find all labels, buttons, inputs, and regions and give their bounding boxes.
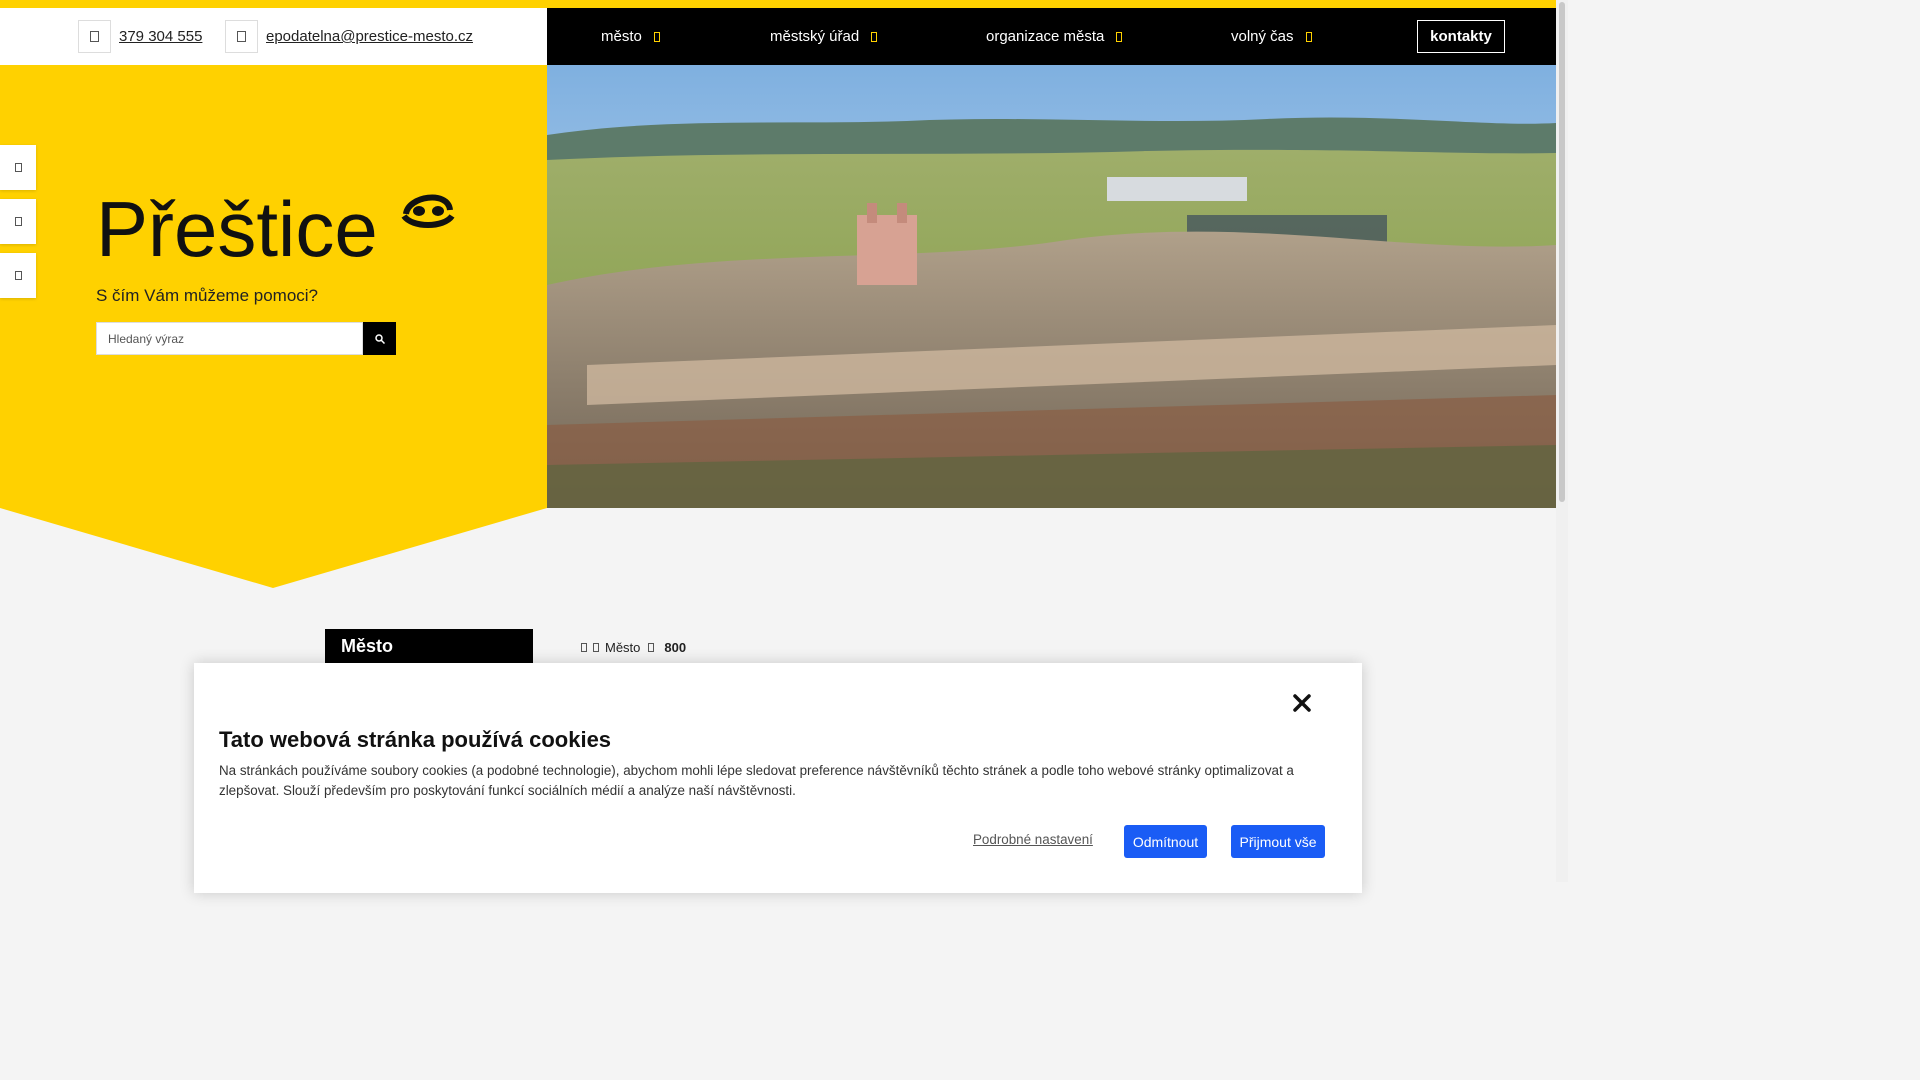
nav-item-label: městský úřad [770, 28, 860, 45]
chevron-down-icon [1116, 31, 1123, 42]
contact-bar: 379 304 555 epodatelna@prestice-mesto.cz [0, 8, 547, 65]
cookie-dialog: Tato webová stránka používá cookies Na s… [194, 663, 1362, 893]
breadcrumb: Město 800 [581, 640, 686, 655]
nav-item-mestsky-urad[interactable]: městský úřad [770, 8, 878, 65]
phone-contact[interactable]: 379 304 555 [78, 20, 202, 53]
main-nav: město městský úřad organizace města voln… [547, 8, 1556, 65]
chevron-right-icon [593, 643, 599, 652]
accept-all-button[interactable]: Přijmout vše [1231, 825, 1325, 858]
side-quick-button-2[interactable] [0, 199, 36, 244]
search-form [96, 322, 396, 355]
side-quick-button-1[interactable] [0, 145, 36, 190]
nav-item-volny-cas[interactable]: volný čas [1231, 8, 1312, 65]
chevron-down-icon [653, 31, 660, 42]
phone-icon [78, 20, 111, 53]
close-button[interactable] [1289, 690, 1315, 716]
nav-item-label: volný čas [1231, 28, 1294, 45]
logo-eyes-icon [401, 194, 455, 228]
cookie-settings-link[interactable]: Podrobné nastavení [973, 832, 1093, 847]
nav-item-mesto[interactable]: město [601, 8, 660, 65]
accessibility-icon [14, 217, 22, 226]
info-icon [14, 271, 22, 280]
chevron-right-icon [648, 643, 655, 652]
breadcrumb-current: 800 [664, 640, 687, 655]
share-icon [14, 163, 22, 172]
cookie-title: Tato webová stránka používá cookies [219, 727, 612, 752]
contacts-button[interactable]: kontakty [1417, 20, 1505, 53]
hero-town-photo [547, 65, 1556, 508]
side-quick-button-3[interactable] [0, 253, 36, 298]
nav-item-label: organizace města [986, 28, 1105, 45]
breadcrumb-item-mesto[interactable]: Město [605, 640, 640, 655]
sidebar-title: Město [325, 629, 533, 663]
nav-item-label: město [601, 28, 642, 45]
home-icon[interactable] [581, 643, 587, 652]
hero-tagline: S čím Vám můžeme pomoci? [96, 286, 319, 305]
scrollbar-thumb[interactable] [1559, 2, 1565, 502]
chevron-down-icon [1305, 31, 1312, 42]
email-link[interactable]: epodatelna@prestice-mesto.cz [266, 28, 473, 45]
phone-link[interactable]: 379 304 555 [119, 28, 202, 45]
envelope-icon [225, 20, 258, 53]
nav-item-organizace[interactable]: organizace města [986, 8, 1123, 65]
site-logo[interactable]: Přeštice [96, 185, 456, 273]
search-icon [374, 333, 385, 344]
search-input[interactable] [96, 322, 363, 355]
cookie-text: Na stránkách používáme soubory cookies (… [219, 763, 1294, 798]
reject-button[interactable]: Odmítnout [1124, 825, 1207, 858]
close-icon [1293, 694, 1311, 712]
top-accent-stripe [0, 0, 1556, 8]
search-button[interactable] [363, 322, 396, 355]
logo-wordmark: Přeštice [96, 188, 378, 262]
email-contact[interactable]: epodatelna@prestice-mesto.cz [225, 20, 473, 53]
page-scrollbar[interactable] [1556, 0, 1568, 882]
chevron-down-icon [871, 31, 878, 42]
